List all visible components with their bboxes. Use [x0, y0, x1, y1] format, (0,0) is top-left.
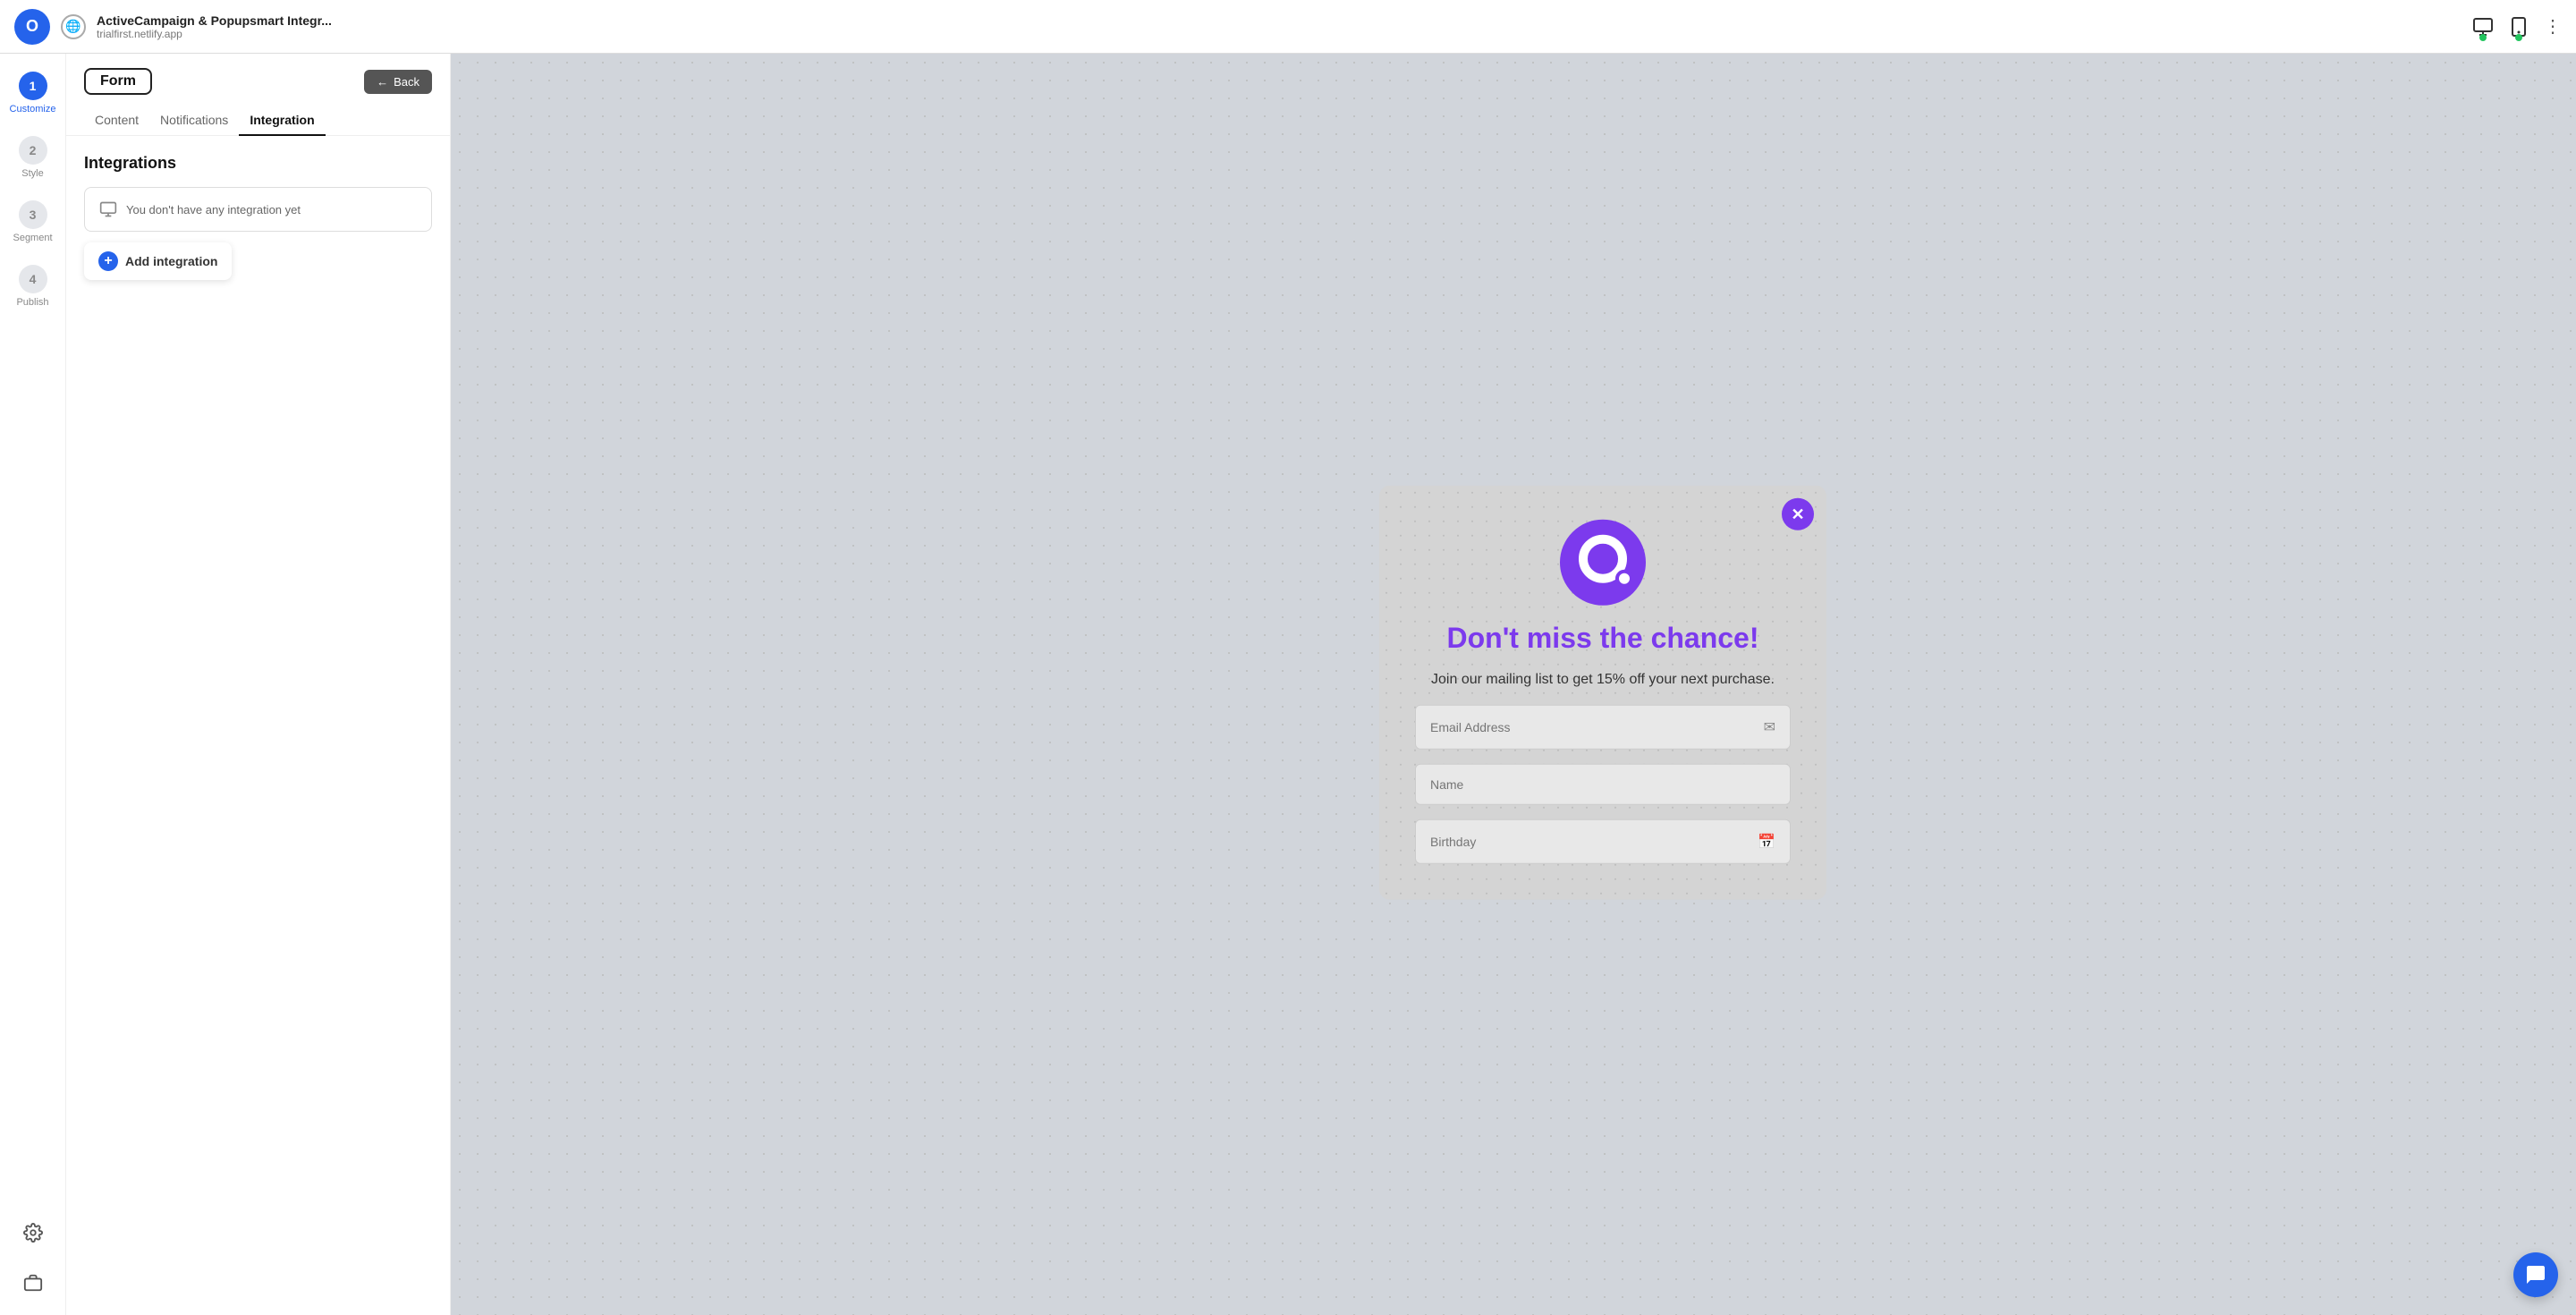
- plus-icon: +: [98, 251, 118, 271]
- desktop-active-dot: [2479, 34, 2487, 41]
- empty-message-text: You don't have any integration yet: [126, 203, 301, 216]
- tab-content[interactable]: Content: [84, 106, 149, 136]
- more-options-button[interactable]: ⋮: [2544, 15, 2562, 38]
- section-title: Integrations: [84, 154, 432, 173]
- tab-notifications[interactable]: Notifications: [149, 106, 239, 136]
- panel-content: Integrations You don't have any integrat…: [66, 136, 450, 1315]
- preview-area: ✕ Don't miss the chance! Join our mailin…: [451, 54, 2576, 1315]
- step-1-circle: 1: [19, 72, 47, 100]
- back-button[interactable]: ← Back: [364, 70, 432, 94]
- email-field-wrapper: ✉: [1415, 705, 1791, 750]
- topbar: O 🌐 ActiveCampaign & Popupsmart Integr..…: [0, 0, 2576, 54]
- app-logo: O: [14, 9, 50, 45]
- sidebar: 1 Customize 2 Style 3 Segment 4 Publish: [0, 54, 66, 1315]
- popup-headline: Don't miss the chance!: [1446, 622, 1758, 655]
- email-field[interactable]: ✉: [1415, 705, 1791, 750]
- globe-icon: 🌐: [61, 14, 86, 39]
- sidebar-item-customize[interactable]: 1 Customize: [0, 64, 65, 122]
- popup-logo: [1558, 518, 1648, 607]
- step-4-circle: 4: [19, 265, 47, 293]
- page-main-title: ActiveCampaign & Popupsmart Integr...: [97, 13, 2462, 28]
- birthday-input[interactable]: [1430, 835, 1758, 849]
- chat-bubble-button[interactable]: [2513, 1252, 2558, 1297]
- empty-integration-message: You don't have any integration yet: [84, 187, 432, 232]
- integration-empty-icon: [99, 200, 117, 218]
- back-arrow-icon: ←: [377, 75, 388, 89]
- page-subtitle: trialfirst.netlify.app: [97, 28, 2462, 40]
- birthday-field[interactable]: 📅: [1415, 819, 1791, 864]
- tab-integration[interactable]: Integration: [239, 106, 325, 136]
- step-1-label: Customize: [10, 104, 56, 115]
- sidebar-item-style[interactable]: 2 Style: [0, 129, 65, 186]
- step-2-circle: 2: [19, 136, 47, 165]
- desktop-view-button[interactable]: [2472, 16, 2494, 38]
- calendar-icon: 📅: [1758, 833, 1775, 851]
- step-4-label: Publish: [16, 297, 48, 308]
- step-3-label: Segment: [13, 233, 52, 243]
- popup-card: ✕ Don't miss the chance! Join our mailin…: [1379, 486, 1826, 900]
- add-integration-button[interactable]: + Add integration: [84, 242, 232, 280]
- email-icon: ✉: [1764, 718, 1775, 736]
- sidebar-item-publish[interactable]: 4 Publish: [0, 258, 65, 315]
- email-input[interactable]: [1430, 720, 1757, 734]
- step-3-circle: 3: [19, 200, 47, 229]
- panel-header: Form ← Back: [66, 54, 450, 95]
- mobile-view-button[interactable]: [2508, 16, 2529, 38]
- name-input[interactable]: [1415, 764, 1791, 805]
- help-button[interactable]: [15, 1265, 51, 1301]
- main-layout: 1 Customize 2 Style 3 Segment 4 Publish: [0, 54, 2576, 1315]
- popup-close-button[interactable]: ✕: [1782, 498, 1814, 530]
- panel: Form ← Back Content Notifications Integr…: [66, 54, 451, 1315]
- panel-tabs: Content Notifications Integration: [66, 95, 450, 136]
- settings-button[interactable]: [15, 1215, 51, 1251]
- page-title: ActiveCampaign & Popupsmart Integr... tr…: [97, 13, 2462, 40]
- sidebar-item-segment[interactable]: 3 Segment: [0, 193, 65, 250]
- form-badge: Form: [84, 68, 152, 95]
- topbar-actions: ⋮: [2472, 15, 2562, 38]
- step-2-label: Style: [21, 168, 43, 179]
- popup-subtext: Join our mailing list to get 15% off you…: [1431, 669, 1775, 691]
- mobile-active-dot: [2515, 34, 2522, 41]
